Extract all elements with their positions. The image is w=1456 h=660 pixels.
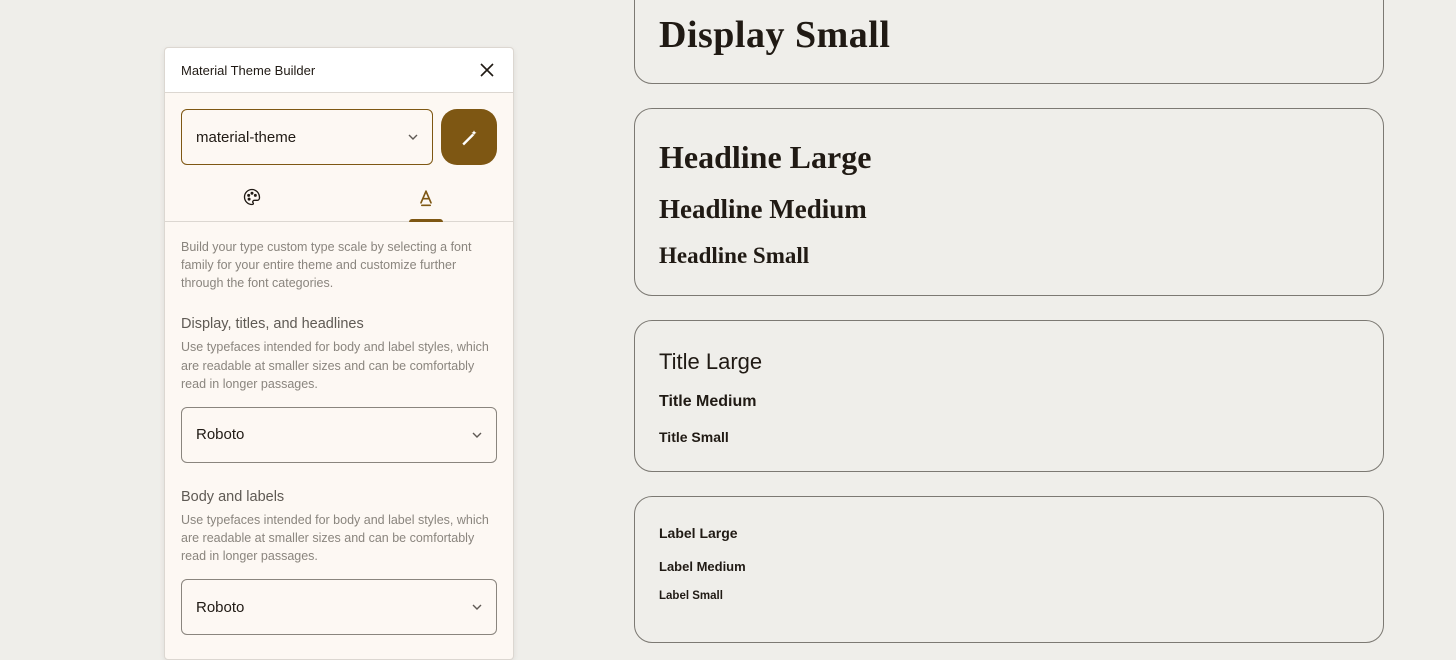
display-small-sample: Display Small <box>659 13 1359 57</box>
theme-name-value: material-theme <box>196 129 296 146</box>
display-section-heading: Display, titles, and headlines <box>181 316 497 332</box>
headline-small-sample: Headline Small <box>659 243 1359 269</box>
body-font-value: Roboto <box>196 599 244 616</box>
label-medium-sample: Label Medium <box>659 559 1359 574</box>
panel-body: Build your type custom type scale by sel… <box>165 222 513 659</box>
title-small-sample: Title Small <box>659 429 1359 445</box>
controls-row: material-theme <box>165 93 513 173</box>
label-small-sample: Label Small <box>659 590 1359 602</box>
close-button[interactable] <box>477 60 497 80</box>
headline-large-sample: Headline Large <box>659 139 1359 176</box>
title-large-sample: Title Large <box>659 349 1359 375</box>
body-section-desc: Use typefaces intended for body and labe… <box>181 511 497 565</box>
label-large-sample: Label Large <box>659 525 1359 541</box>
title-medium-sample: Title Medium <box>659 393 1359 411</box>
theme-name-select[interactable]: material-theme <box>181 109 433 165</box>
randomize-button[interactable] <box>441 109 497 165</box>
magic-wand-icon <box>459 127 479 147</box>
display-section-desc: Use typefaces intended for body and labe… <box>181 338 497 392</box>
display-card: Display Small <box>634 0 1384 84</box>
type-scale-preview: Display Small Headline Large Headline Me… <box>634 0 1384 643</box>
display-font-value: Roboto <box>196 426 244 443</box>
panel-header: Material Theme Builder <box>165 48 513 93</box>
chevron-down-icon <box>408 132 418 142</box>
display-font-select[interactable]: Roboto <box>181 407 497 463</box>
typography-icon <box>416 187 436 207</box>
chevron-down-icon <box>472 430 482 440</box>
body-font-select[interactable]: Roboto <box>181 579 497 635</box>
tabs <box>165 173 513 222</box>
close-icon <box>480 63 494 77</box>
headline-medium-sample: Headline Medium <box>659 194 1359 225</box>
intro-text: Build your type custom type scale by sel… <box>181 238 497 292</box>
panel-title: Material Theme Builder <box>181 63 315 78</box>
body-section-heading: Body and labels <box>181 489 497 505</box>
tab-color[interactable] <box>165 173 339 221</box>
headline-card: Headline Large Headline Medium Headline … <box>634 108 1384 296</box>
theme-builder-panel: Material Theme Builder material-theme Bu… <box>164 47 514 660</box>
label-card: Label Large Label Medium Label Small <box>634 496 1384 643</box>
tab-typography[interactable] <box>339 173 513 221</box>
chevron-down-icon <box>472 602 482 612</box>
palette-icon <box>242 187 262 207</box>
title-card: Title Large Title Medium Title Small <box>634 320 1384 472</box>
